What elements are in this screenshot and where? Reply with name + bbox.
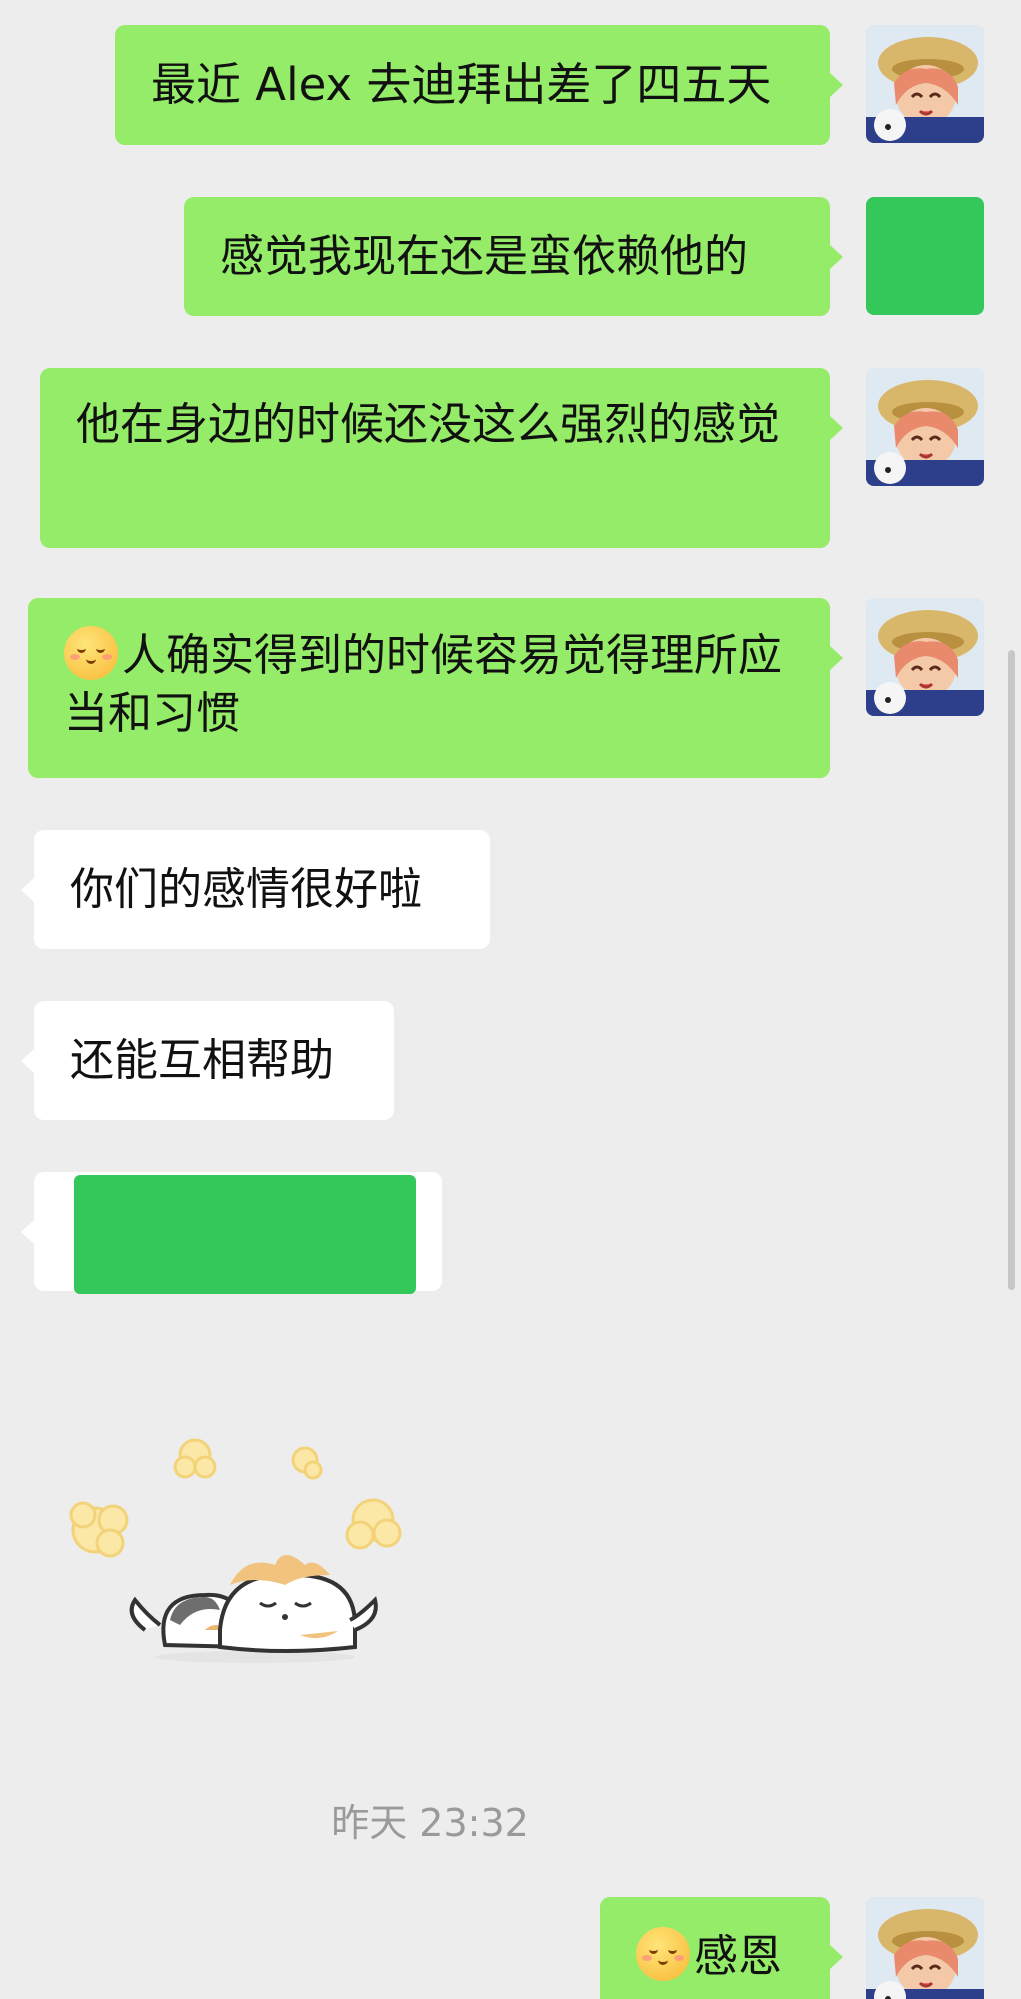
bubble-tail — [830, 416, 843, 440]
avatar[interactable] — [866, 368, 984, 486]
anime-girl-avatar-icon — [866, 1897, 984, 1999]
message-text: 感觉我现在还是蛮依赖他的 — [220, 230, 748, 282]
message-content: 人确实得到的时候容易觉得理所应当和习惯 — [64, 626, 794, 743]
smiling-face-icon — [636, 1927, 690, 1981]
anime-girl-avatar-icon — [866, 598, 984, 716]
message-text: 他在身边的时候还没这么强烈的感觉 — [76, 399, 780, 450]
avatar[interactable] — [866, 25, 984, 143]
anime-girl-avatar-icon — [866, 368, 984, 486]
message-bubble-outgoing[interactable]: 最近 Alex 去迪拜出差了四五天 — [115, 25, 830, 145]
message-text: 感恩 — [694, 1931, 782, 1982]
timestamp: 昨天 23:32 — [331, 1801, 529, 1845]
bubble-tail — [21, 1220, 34, 1244]
sleeping-cats-icon — [69, 1438, 402, 1663]
sleeping-cats-sticker[interactable] — [55, 1425, 415, 1665]
smiling-face-icon — [64, 626, 118, 680]
message-bubble-incoming[interactable]: 你们的感情很好啦 — [34, 830, 490, 949]
bubble-tail — [830, 73, 843, 97]
message-bubble-outgoing[interactable]: 他在身边的时候还没这么强烈的感觉 — [40, 368, 830, 548]
message-text: 你们的感情很好啦 — [70, 863, 422, 915]
message-bubble-outgoing[interactable]: 人确实得到的时候容易觉得理所应当和习惯 — [28, 598, 830, 778]
message-bubble-outgoing[interactable]: 感恩 — [600, 1897, 830, 1999]
message-content: 感恩 — [636, 1927, 782, 1986]
message-text: 最近 Alex 去迪拜出差了四五天 — [151, 58, 772, 111]
message-text: 还能互相帮助 — [70, 1034, 334, 1086]
message-bubble-outgoing[interactable]: 感觉我现在还是蛮依赖他的 — [184, 197, 830, 316]
chat-window: 最近 Alex 去迪拜出差了四五天 感觉我现在还是蛮依赖他的 他在身边的时候还没… — [0, 0, 1021, 1999]
message-text: 人确实得到的时候容易觉得理所应当和习惯 — [64, 630, 782, 739]
redaction-block — [74, 1175, 416, 1294]
bubble-tail — [830, 1945, 843, 1969]
bubble-tail — [830, 245, 843, 269]
avatar[interactable] — [866, 598, 984, 716]
scrollbar[interactable] — [1008, 650, 1015, 1290]
avatar-redacted[interactable] — [866, 197, 984, 315]
bubble-tail — [830, 646, 843, 670]
anime-girl-avatar-icon — [866, 25, 984, 143]
avatar[interactable] — [866, 1897, 984, 1999]
bubble-tail — [21, 878, 34, 902]
bubble-tail — [21, 1049, 34, 1073]
message-bubble-incoming[interactable]: 还能互相帮助 — [34, 1001, 394, 1120]
